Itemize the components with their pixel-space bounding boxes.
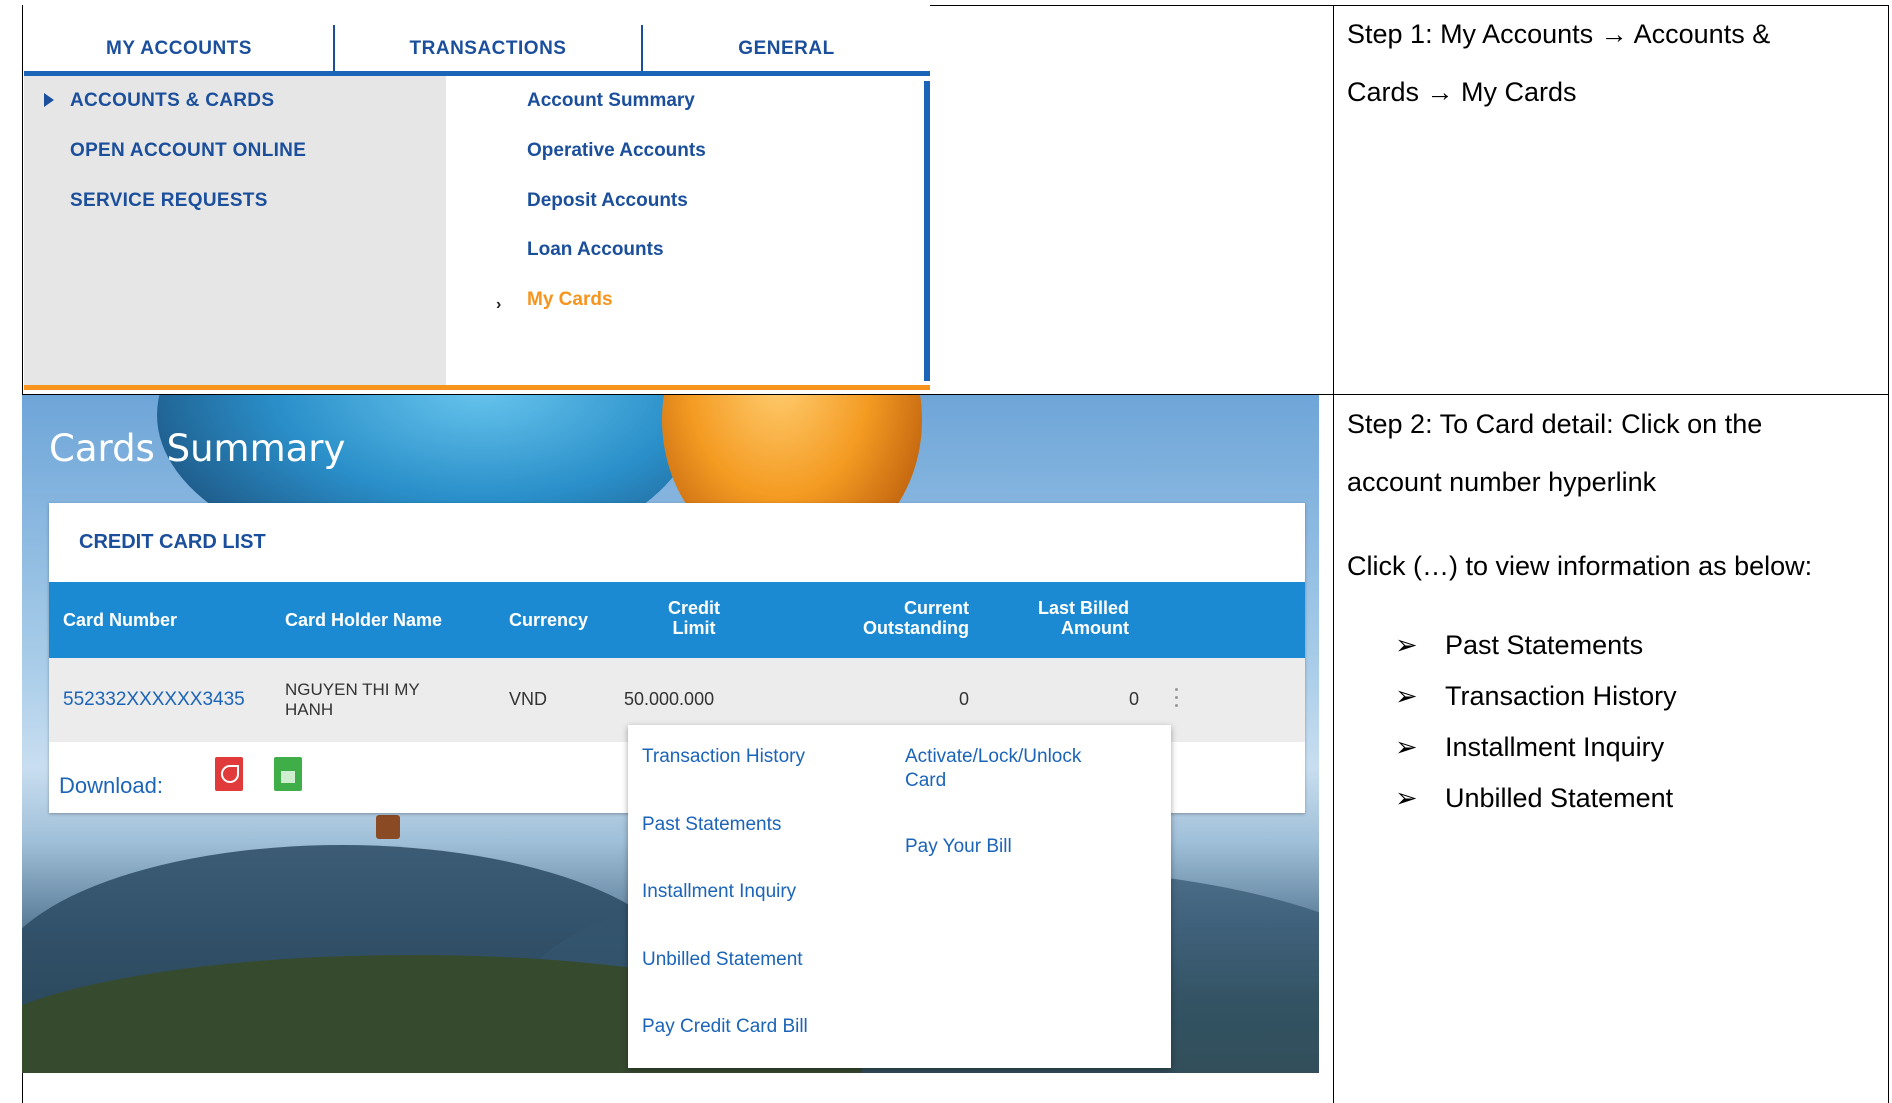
edge-decoration xyxy=(924,81,930,381)
col-card-holder-name: Card Holder Name xyxy=(285,610,443,630)
table-column-divider xyxy=(1333,5,1334,1103)
step2-line2: account number hyperlink xyxy=(1347,467,1657,497)
list-item: ➢ Unbilled Statement xyxy=(1395,783,1674,813)
menu-screenshot: MY ACCOUNTS TRANSACTIONS GENERAL ACCOUNT… xyxy=(24,5,930,390)
step1-instruction: Step 1: My Accounts → Accounts & Cards →… xyxy=(1347,5,1877,121)
top-nav-tabs: MY ACCOUNTS TRANSACTIONS GENERAL xyxy=(24,25,930,75)
arrow-bullet-icon: ➢ xyxy=(1395,732,1418,762)
menu-accounts-and-cards[interactable]: ACCOUNTS & CARDS xyxy=(70,90,274,112)
col-current-outstanding: Current Outstanding xyxy=(863,598,969,638)
action-past-statements[interactable]: Past Statements xyxy=(642,813,781,837)
menu-left-pane xyxy=(24,76,446,390)
col-card-number: Card Number xyxy=(63,610,178,630)
tab-transactions[interactable]: TRANSACTIONS xyxy=(335,25,641,73)
list-item: ➢ Past Statements xyxy=(1395,630,1644,660)
arrow-bullet-icon: ➢ xyxy=(1395,630,1418,660)
step2-line1: Step 2: To Card detail: Click on the xyxy=(1347,409,1763,439)
billed-amount-value: 0 xyxy=(1128,689,1139,709)
submenu-loan-accounts[interactable]: Loan Accounts xyxy=(527,239,664,261)
more-actions-icon[interactable] xyxy=(1175,688,1179,712)
outstanding-value: 0 xyxy=(958,689,969,709)
tab-general[interactable]: GENERAL xyxy=(643,25,930,73)
action-unbilled-statement[interactable]: Unbilled Statement xyxy=(642,948,803,972)
submenu-deposit-accounts[interactable]: Deposit Accounts xyxy=(527,190,688,212)
action-pay-credit-card-bill[interactable]: Pay Credit Card Bill xyxy=(642,1015,808,1039)
col-credit-limit: Credit Limit xyxy=(667,598,720,638)
submenu-account-summary[interactable]: Account Summary xyxy=(527,90,695,112)
menu-service-requests[interactable]: SERVICE REQUESTS xyxy=(70,190,268,212)
submenu-my-cards[interactable]: My Cards xyxy=(527,289,613,311)
col-last-billed-amount: Last Billed Amount xyxy=(1037,598,1129,638)
action-pay-your-bill[interactable]: Pay Your Bill xyxy=(905,835,1012,859)
tab-my-accounts[interactable]: MY ACCOUNTS xyxy=(24,25,334,73)
card-holder-name: NGUYEN THI MY HANH xyxy=(285,680,420,719)
step1-line1: Step 1: My Accounts → Accounts & xyxy=(1347,19,1771,49)
step2-instruction: Step 2: To Card detail: Click on the acc… xyxy=(1347,395,1887,595)
list-item: ➢ Transaction History xyxy=(1395,681,1677,711)
excel-icon[interactable] xyxy=(274,757,302,791)
card-actions-menu: Transaction History Past Statements Inst… xyxy=(628,725,1171,1068)
action-activate-lock-unlock-card[interactable]: Activate/Lock/Unlock Card xyxy=(905,745,1081,793)
submenu-operative-accounts[interactable]: Operative Accounts xyxy=(527,140,706,162)
action-installment-inquiry[interactable]: Installment Inquiry xyxy=(642,880,796,904)
currency-value: VND xyxy=(509,689,548,709)
list-title: CREDIT CARD LIST xyxy=(79,531,266,553)
balloon-basket-image xyxy=(376,815,400,839)
download-label: Download: xyxy=(59,773,163,798)
menu-bottom-bar xyxy=(24,385,930,390)
credit-limit-value: 50.000.000 xyxy=(624,689,715,709)
pdf-icon[interactable] xyxy=(215,757,243,791)
cards-summary-screenshot: Cards Summary CREDIT CARD LIST Card Numb… xyxy=(22,395,1319,1073)
arrow-bullet-icon: ➢ xyxy=(1395,783,1418,813)
table-border-right xyxy=(1888,5,1889,1103)
action-transaction-history[interactable]: Transaction History xyxy=(642,745,805,769)
col-currency: Currency xyxy=(509,610,589,630)
menu-right-pane xyxy=(446,76,930,390)
chevron-right-icon: › xyxy=(496,296,502,313)
page-title: Cards Summary xyxy=(49,427,346,470)
step1-line2: Cards → My Cards xyxy=(1347,77,1577,107)
step2-label: Step 2 xyxy=(1347,409,1426,439)
menu-open-account-online[interactable]: OPEN ACCOUNT ONLINE xyxy=(70,140,306,162)
list-item: ➢ Installment Inquiry xyxy=(1395,732,1665,762)
table-header: Card Number Card Holder Name Currency Cr… xyxy=(49,582,1305,658)
step2-line3: Click (…) to view information as below: xyxy=(1347,551,1813,581)
card-number-link[interactable]: 552332XXXXXX3435 xyxy=(63,689,245,711)
active-caret-icon xyxy=(44,93,54,107)
arrow-bullet-icon: ➢ xyxy=(1395,681,1418,711)
step1-label: Step 1 xyxy=(1347,19,1426,49)
